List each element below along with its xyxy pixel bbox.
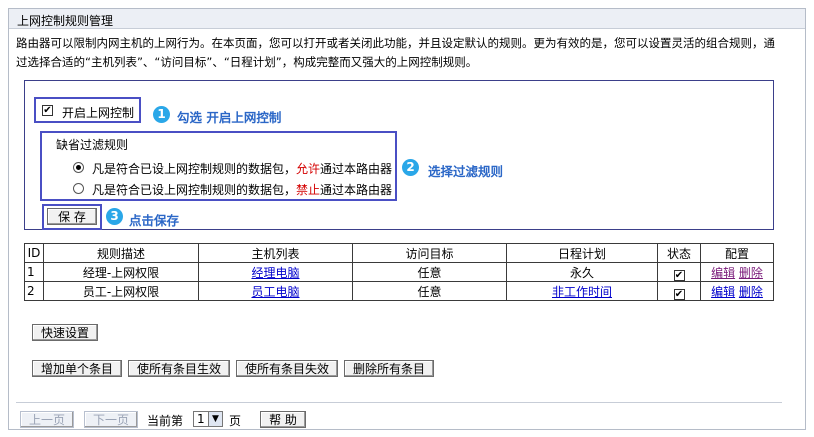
col-desc: 规则描述 xyxy=(43,243,199,263)
delete-link[interactable]: 删除 xyxy=(739,266,763,280)
callout-2-text: 选择过滤规则 xyxy=(428,164,504,179)
rules-table: ID 规则描述 主机列表 访问目标 日程计划 状态 配置 1 经理-上网权限 经… xyxy=(24,243,774,301)
filter-legend: 缺省过滤规则 xyxy=(56,138,129,152)
page-description: 路由器可以限制内网主机的上网行为。在本页面，您可以打开或者关闭此功能，并且设定默… xyxy=(16,36,775,69)
deny-radio[interactable] xyxy=(73,183,84,194)
row-status-cell: ✔ xyxy=(657,281,701,301)
edit-link[interactable]: 编辑 xyxy=(711,266,735,280)
row-target: 任意 xyxy=(352,262,507,282)
col-host: 主机列表 xyxy=(198,243,353,263)
quick-setup-button[interactable]: 快速设置 xyxy=(32,324,98,341)
row-desc: 员工-上网权限 xyxy=(43,281,199,301)
status-checkbox[interactable]: ✔ xyxy=(673,270,685,281)
col-id: ID xyxy=(24,243,44,263)
save-button[interactable]: 保 存 xyxy=(47,208,97,225)
deny-option-label: 凡是符合已设上网控制规则的数据包，禁止通过本路由器 xyxy=(92,183,393,197)
page-suffix-label: 页 xyxy=(229,414,242,428)
table-header-row: ID 规则描述 主机列表 访问目标 日程计划 状态 配置 xyxy=(24,243,774,263)
row-status-cell: ✔ xyxy=(657,262,701,282)
col-target: 访问目标 xyxy=(352,243,507,263)
host-link[interactable]: 经理电脑 xyxy=(251,266,299,280)
disable-all-button[interactable]: 使所有条目失效 xyxy=(236,360,338,377)
title-bar: 上网控制规则管理 xyxy=(9,9,805,29)
help-button[interactable]: 帮 助 xyxy=(260,411,306,428)
status-checkbox[interactable]: ✔ xyxy=(673,289,685,300)
enable-all-button[interactable]: 使所有条目生效 xyxy=(128,360,230,377)
page-select[interactable]: 1 ▼ xyxy=(193,411,223,427)
current-page-label: 当前第 xyxy=(147,414,184,428)
table-row: 2 员工-上网权限 员工电脑 任意 非工作时间 ✔ 编辑 删除 xyxy=(24,281,774,301)
row-id: 1 xyxy=(24,262,44,282)
table-row: 1 经理-上网权限 经理电脑 任意 永久 ✔ 编辑 删除 xyxy=(24,262,774,282)
delete-link[interactable]: 删除 xyxy=(739,285,763,299)
edit-link[interactable]: 编辑 xyxy=(711,285,735,299)
delete-all-button[interactable]: 删除所有条目 xyxy=(344,360,434,377)
row-schedule-cell: 非工作时间 xyxy=(506,281,658,301)
col-schedule: 日程计划 xyxy=(506,243,658,263)
col-status: 状态 xyxy=(657,243,701,263)
row-desc: 经理-上网权限 xyxy=(43,262,199,282)
callout-1-badge: 1 xyxy=(153,106,170,123)
footer-divider xyxy=(16,402,782,403)
row-config-cell: 编辑 删除 xyxy=(700,262,774,282)
col-config: 配置 xyxy=(700,243,774,263)
prev-page-button[interactable]: 上一页 xyxy=(20,411,74,428)
callout-1-text: 勾选 开启上网控制 xyxy=(177,110,282,125)
callout-3-text: 点击保存 xyxy=(129,213,180,228)
row-id: 2 xyxy=(24,281,44,301)
row-host-cell: 员工电脑 xyxy=(198,281,353,301)
row-config-cell: 编辑 删除 xyxy=(700,281,774,301)
allow-radio[interactable] xyxy=(73,162,84,173)
page-title: 上网控制规则管理 xyxy=(17,14,114,28)
enable-checkbox[interactable]: ✔ xyxy=(42,105,53,116)
row-target: 任意 xyxy=(352,281,507,301)
allow-option-label: 凡是符合已设上网控制规则的数据包，允许通过本路由器 xyxy=(92,162,393,176)
add-entry-button[interactable]: 增加单个条目 xyxy=(32,360,122,377)
row-host-cell: 经理电脑 xyxy=(198,262,353,282)
schedule-link[interactable]: 非工作时间 xyxy=(552,285,612,299)
chevron-down-icon: ▼ xyxy=(208,412,222,426)
callout-3-badge: 3 xyxy=(106,208,123,225)
enable-label: 开启上网控制 xyxy=(62,106,135,120)
next-page-button[interactable]: 下一页 xyxy=(84,411,138,428)
callout-2-badge: 2 xyxy=(402,159,419,176)
host-link[interactable]: 员工电脑 xyxy=(251,285,299,299)
page-select-value: 1 xyxy=(197,412,205,426)
row-schedule: 永久 xyxy=(506,262,658,282)
